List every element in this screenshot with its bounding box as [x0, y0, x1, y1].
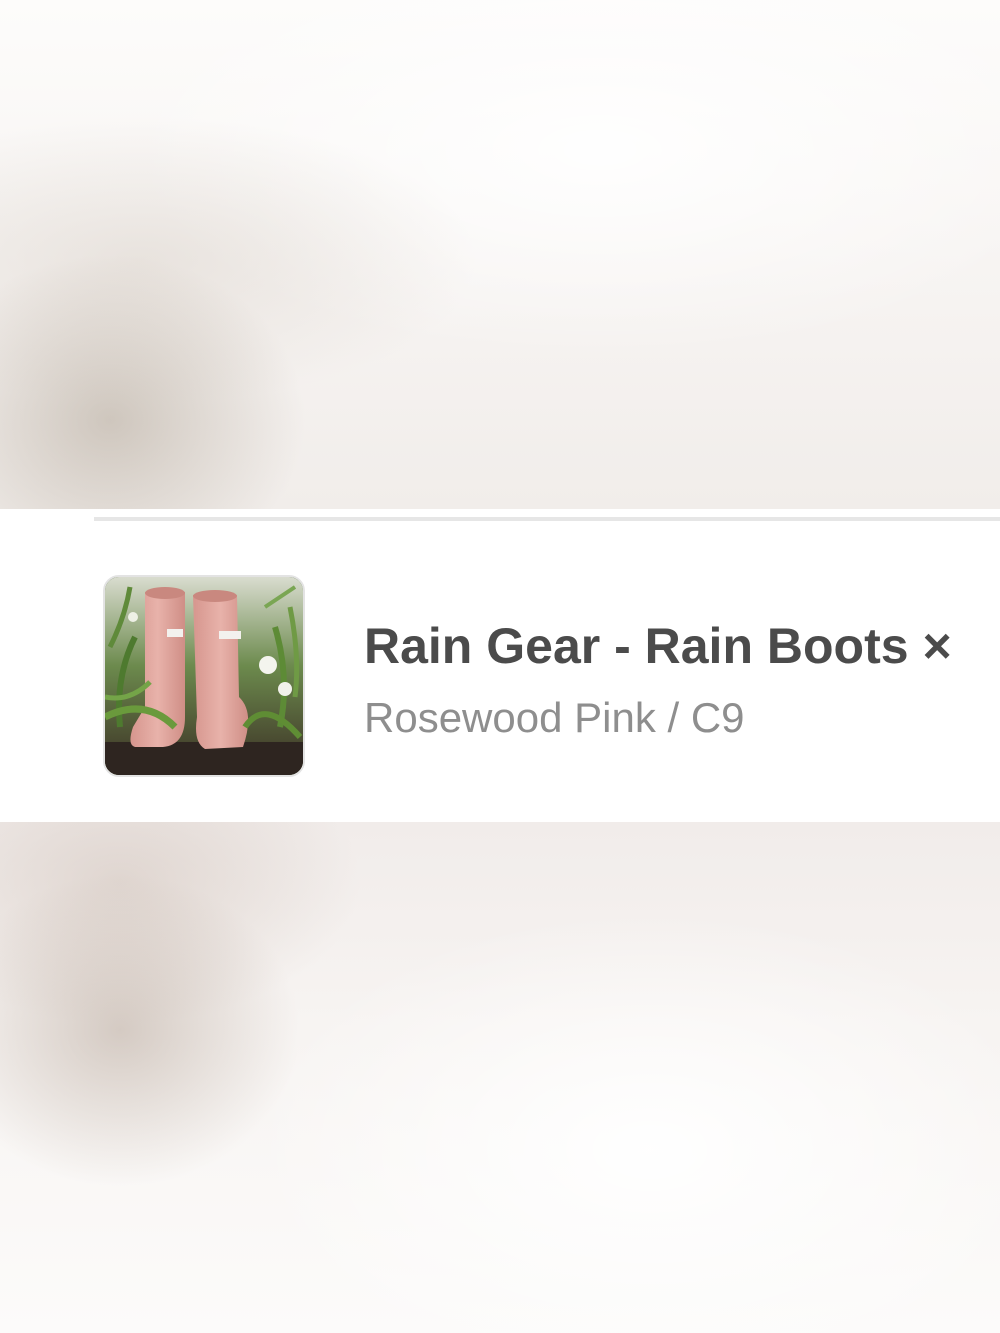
- close-icon[interactable]: ×: [923, 618, 952, 674]
- pink-rain-boots-photo-icon: [105, 577, 303, 775]
- blurred-background-bottom: [0, 822, 1000, 1333]
- blurred-background-top: [0, 0, 1000, 509]
- cart-item-card: Rain Gear - Rain Boots × Rosewood Pink / …: [0, 509, 1000, 822]
- product-title: Rain Gear - Rain Boots: [364, 618, 909, 674]
- product-title-row: Rain Gear - Rain Boots ×: [364, 621, 952, 671]
- divider: [94, 517, 1000, 521]
- product-thumbnail[interactable]: [103, 575, 305, 777]
- product-variant: Rosewood Pink / C9: [364, 694, 745, 741]
